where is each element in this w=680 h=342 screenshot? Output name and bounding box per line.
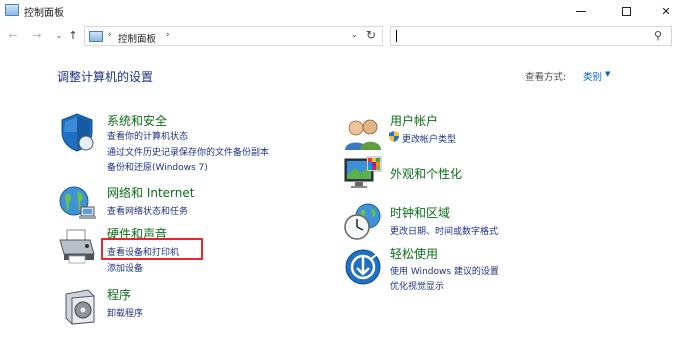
address-dropdown-icon[interactable]: ⌄ bbox=[351, 30, 358, 39]
link-backup-restore[interactable]: 备份和还原(Windows 7) bbox=[107, 160, 208, 173]
network-globe-icon[interactable] bbox=[57, 183, 97, 223]
breadcrumb-separator-icon[interactable]: › bbox=[108, 30, 112, 40]
window-title: 控制面板 bbox=[24, 8, 64, 19]
control-panel-icon bbox=[5, 4, 19, 16]
refresh-icon[interactable]: ↻ bbox=[366, 28, 376, 42]
programs-icon[interactable] bbox=[60, 286, 100, 326]
close-icon: ✕ bbox=[661, 4, 671, 18]
close-button[interactable]: ✕ bbox=[648, 0, 680, 22]
uac-shield-icon bbox=[389, 131, 399, 142]
control-panel-location-icon bbox=[89, 31, 103, 42]
category-title[interactable]: 外观和个性化 bbox=[390, 165, 462, 182]
category-title[interactable]: 轻松使用 bbox=[390, 245, 438, 262]
address-bar[interactable]: › 控制面板 › ⌄ ↻ bbox=[84, 26, 383, 46]
maximize-icon bbox=[621, 6, 631, 16]
link-change-account-type[interactable]: 更改帐户类型 bbox=[402, 132, 456, 145]
link-optimize-visual-display[interactable]: 优化视觉显示 bbox=[390, 279, 444, 292]
link-view-computer-status[interactable]: 查看你的计算机状态 bbox=[107, 129, 188, 142]
view-by-dropdown[interactable]: 类别 bbox=[583, 69, 602, 83]
breadcrumb-chevron-icon[interactable]: › bbox=[166, 30, 170, 40]
category-title[interactable]: 网络和 Internet bbox=[107, 184, 194, 201]
title-bar: 控制面板 ✕ bbox=[0, 0, 680, 22]
clock-globe-icon[interactable] bbox=[343, 202, 383, 242]
category-title[interactable]: 时钟和区域 bbox=[390, 204, 450, 221]
search-icon[interactable]: ⚲ bbox=[654, 29, 662, 42]
link-uninstall-program[interactable]: 卸载程序 bbox=[107, 306, 143, 319]
recent-locations-button[interactable]: ⌄ bbox=[52, 28, 66, 44]
monitor-palette-icon[interactable] bbox=[343, 155, 383, 195]
category-title[interactable]: 程序 bbox=[107, 286, 131, 303]
view-by-label: 查看方式: bbox=[525, 72, 567, 83]
forward-button[interactable]: → bbox=[30, 28, 44, 44]
highlight-box bbox=[101, 238, 203, 260]
minimize-icon bbox=[576, 10, 586, 12]
category-title[interactable]: 用户帐户 bbox=[390, 112, 438, 129]
link-windows-recommended-settings[interactable]: 使用 Windows 建议的设置 bbox=[390, 264, 499, 277]
page-heading: 调整计算机的设置 bbox=[57, 70, 154, 84]
text-caret bbox=[396, 30, 397, 42]
view-by-arrow-icon[interactable]: ▼ bbox=[605, 70, 610, 78]
search-box[interactable]: ⚲ bbox=[390, 26, 672, 46]
search-input[interactable] bbox=[395, 29, 645, 43]
link-file-history-backup[interactable]: 通过文件历史记录保存你的文件备份副本 bbox=[107, 145, 269, 158]
accessibility-icon[interactable] bbox=[343, 247, 383, 287]
shield-icon[interactable] bbox=[57, 112, 97, 152]
users-icon[interactable] bbox=[343, 114, 383, 154]
link-add-device[interactable]: 添加设备 bbox=[107, 261, 143, 274]
breadcrumb-control-panel[interactable]: 控制面板 bbox=[118, 31, 156, 45]
category-title[interactable]: 系统和安全 bbox=[107, 112, 167, 129]
printer-icon[interactable] bbox=[57, 226, 97, 266]
minimize-button[interactable] bbox=[563, 0, 599, 22]
navigation-bar: ← → ⌄ ↑ › 控制面板 › ⌄ ↻ ⚲ bbox=[0, 24, 680, 48]
back-button[interactable]: ← bbox=[6, 28, 20, 44]
up-button[interactable]: ↑ bbox=[66, 28, 80, 44]
link-change-date-time-format[interactable]: 更改日期、时间或数字格式 bbox=[390, 224, 498, 237]
link-network-status[interactable]: 查看网络状态和任务 bbox=[107, 204, 188, 217]
maximize-button[interactable] bbox=[608, 0, 644, 22]
